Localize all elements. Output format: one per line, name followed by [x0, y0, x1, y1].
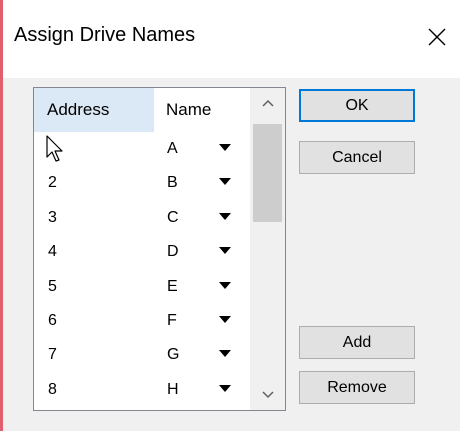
dialog-body: Address Name A 2 B 3 C 4 D 5 E 6 F 7 G 8…	[3, 78, 460, 431]
dropdown-arrow-icon[interactable]	[219, 281, 231, 289]
chevron-down-icon	[261, 391, 274, 399]
table-row[interactable]: 2 B	[34, 166, 250, 200]
name-cell[interactable]: E	[167, 270, 178, 304]
address-cell[interactable]: 7	[48, 338, 57, 372]
table-row[interactable]: 8 H	[34, 373, 250, 407]
drive-names-grid[interactable]: Address Name A 2 B 3 C 4 D 5 E 6 F 7 G 8…	[33, 87, 286, 411]
address-cell[interactable]: 8	[48, 373, 57, 407]
ok-button[interactable]: OK	[299, 89, 415, 122]
scroll-down-button[interactable]	[250, 380, 285, 410]
dropdown-arrow-icon[interactable]	[219, 212, 231, 220]
grid-header: Address Name	[34, 88, 250, 132]
chevron-up-icon	[261, 99, 274, 107]
table-row[interactable]: A	[34, 132, 250, 166]
table-row[interactable]: 7 G	[34, 338, 250, 372]
remove-button[interactable]: Remove	[299, 371, 415, 404]
name-cell[interactable]: G	[167, 338, 179, 372]
table-row[interactable]: 6 F	[34, 304, 250, 338]
cancel-button[interactable]: Cancel	[299, 141, 415, 174]
vertical-scrollbar[interactable]	[250, 88, 285, 410]
name-cell[interactable]: D	[167, 235, 179, 269]
table-row[interactable]: 4 D	[34, 235, 250, 269]
name-cell[interactable]: B	[167, 166, 178, 200]
address-cell[interactable]: 4	[48, 235, 57, 269]
dropdown-arrow-icon[interactable]	[219, 178, 231, 186]
title-bar[interactable]: Assign Drive Names	[3, 0, 460, 78]
close-icon	[428, 28, 446, 46]
mouse-pointer-icon	[46, 135, 66, 168]
address-cell[interactable]: 6	[48, 304, 57, 338]
column-header-name[interactable]: Name	[154, 88, 250, 132]
address-cell[interactable]: 2	[48, 166, 57, 200]
dropdown-arrow-icon[interactable]	[219, 247, 231, 255]
address-cell[interactable]: 5	[48, 270, 57, 304]
add-button[interactable]: Add	[299, 326, 415, 359]
grid-rows: A 2 B 3 C 4 D 5 E 6 F 7 G 8 H	[34, 132, 250, 407]
name-cell[interactable]: F	[167, 304, 177, 338]
dropdown-arrow-icon[interactable]	[219, 315, 231, 323]
dropdown-arrow-icon[interactable]	[219, 384, 231, 392]
column-header-address[interactable]: Address	[34, 88, 154, 132]
window-title: Assign Drive Names	[14, 24, 196, 46]
dropdown-arrow-icon[interactable]	[219, 350, 231, 358]
scroll-up-button[interactable]	[250, 88, 285, 118]
scroll-thumb[interactable]	[253, 124, 282, 222]
name-cell[interactable]: H	[167, 373, 179, 407]
table-row[interactable]: 5 E	[34, 270, 250, 304]
table-row[interactable]: 3 C	[34, 201, 250, 235]
name-cell[interactable]: C	[167, 201, 179, 235]
close-button[interactable]	[418, 18, 456, 56]
dropdown-arrow-icon[interactable]	[219, 144, 231, 151]
address-cell[interactable]: 3	[48, 201, 57, 235]
name-cell[interactable]: A	[167, 132, 178, 166]
